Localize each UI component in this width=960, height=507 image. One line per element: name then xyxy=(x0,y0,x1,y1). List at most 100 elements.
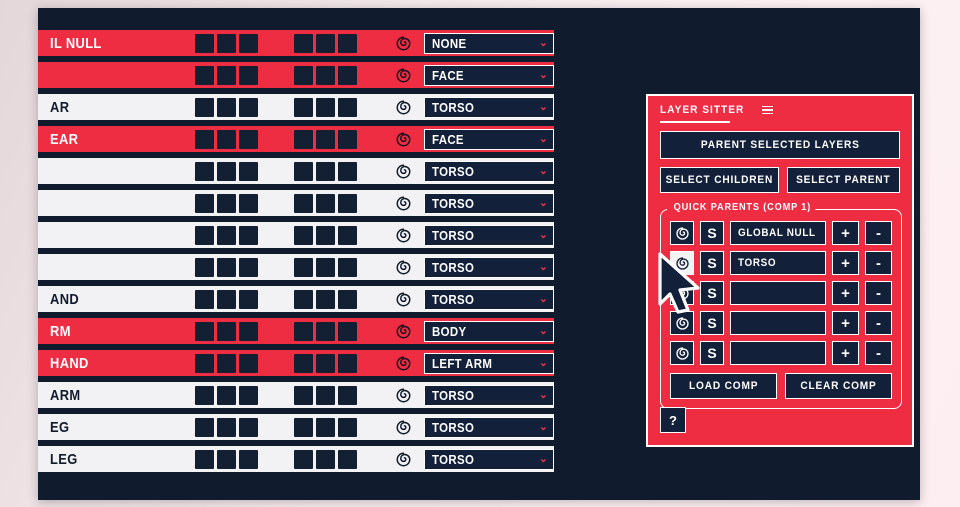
quick-parent-field[interactable] xyxy=(730,281,826,305)
layer-toggle-square[interactable] xyxy=(315,417,335,437)
quick-parent-remove-button[interactable]: - xyxy=(865,341,892,365)
layer-row[interactable]: EG TORSO ⌄ xyxy=(38,414,554,440)
layer-toggle-square[interactable] xyxy=(238,225,258,245)
quick-parent-pick-button[interactable] xyxy=(670,311,694,335)
quick-parent-snap-button[interactable]: S xyxy=(700,281,724,305)
parent-dropdown[interactable]: TORSO ⌄ xyxy=(423,256,554,278)
parent-dropdown[interactable]: TORSO ⌄ xyxy=(423,192,554,214)
parent-dropdown[interactable]: TORSO ⌄ xyxy=(423,448,554,470)
layer-row[interactable]: LEG TORSO ⌄ xyxy=(38,446,554,472)
quick-parent-snap-button[interactable]: S xyxy=(700,311,724,335)
layer-toggle-square[interactable] xyxy=(315,385,335,405)
layer-toggle-square[interactable] xyxy=(315,321,335,341)
layer-toggle-square[interactable] xyxy=(315,257,335,277)
layer-toggle-square[interactable] xyxy=(194,321,214,341)
layer-row[interactable]: FACE ⌄ xyxy=(38,62,554,88)
layer-toggle-square[interactable] xyxy=(216,449,236,469)
parent-dropdown[interactable]: TORSO ⌄ xyxy=(423,288,554,310)
parent-dropdown[interactable]: NONE ⌄ xyxy=(423,32,554,54)
quick-parent-field[interactable] xyxy=(730,341,826,365)
quick-parent-add-button[interactable]: + xyxy=(832,281,859,305)
layer-toggle-square[interactable] xyxy=(315,289,335,309)
layer-toggle-square[interactable] xyxy=(293,225,313,245)
layer-toggle-square[interactable] xyxy=(194,97,214,117)
parent-dropdown[interactable]: TORSO ⌄ xyxy=(423,224,554,246)
quick-parent-field[interactable]: GLOBAL NULL xyxy=(730,221,826,245)
layer-toggle-square[interactable] xyxy=(216,225,236,245)
layer-toggle-square[interactable] xyxy=(194,417,214,437)
quick-parent-add-button[interactable]: + xyxy=(832,251,859,275)
clear-comp-button[interactable]: CLEAR COMP xyxy=(785,373,892,399)
layer-toggle-square[interactable] xyxy=(194,449,214,469)
layer-toggle-square[interactable] xyxy=(293,193,313,213)
layer-toggle-square[interactable] xyxy=(337,33,357,53)
quick-parent-field[interactable] xyxy=(730,311,826,335)
quick-parent-remove-button[interactable]: - xyxy=(865,311,892,335)
layer-toggle-square[interactable] xyxy=(293,97,313,117)
layer-row[interactable]: RM BODY ⌄ xyxy=(38,318,554,344)
parent-dropdown[interactable]: FACE ⌄ xyxy=(423,64,554,86)
layer-toggle-square[interactable] xyxy=(216,161,236,181)
layer-toggle-square[interactable] xyxy=(194,65,214,85)
quick-parent-pick-button[interactable] xyxy=(670,251,694,275)
parent-dropdown[interactable]: LEFT ARM ⌄ xyxy=(423,352,554,374)
layer-toggle-square[interactable] xyxy=(238,417,258,437)
layer-toggle-square[interactable] xyxy=(238,385,258,405)
quick-parent-remove-button[interactable]: - xyxy=(865,281,892,305)
layer-toggle-square[interactable] xyxy=(216,257,236,277)
quick-parent-remove-button[interactable]: - xyxy=(865,221,892,245)
layer-toggle-square[interactable] xyxy=(194,33,214,53)
layer-toggle-square[interactable] xyxy=(216,193,236,213)
layer-toggle-square[interactable] xyxy=(238,97,258,117)
layer-toggle-square[interactable] xyxy=(216,65,236,85)
layer-toggle-square[interactable] xyxy=(194,129,214,149)
layer-toggle-square[interactable] xyxy=(238,65,258,85)
layer-link-icon[interactable] xyxy=(391,259,416,276)
quick-parent-add-button[interactable]: + xyxy=(832,341,859,365)
quick-parent-field[interactable]: TORSO xyxy=(730,251,826,275)
layer-toggle-square[interactable] xyxy=(216,289,236,309)
layer-toggle-square[interactable] xyxy=(315,129,335,149)
quick-parent-add-button[interactable]: + xyxy=(832,311,859,335)
layer-toggle-square[interactable] xyxy=(293,385,313,405)
layer-toggle-square[interactable] xyxy=(238,321,258,341)
quick-parent-snap-button[interactable]: S xyxy=(700,341,724,365)
quick-parent-add-button[interactable]: + xyxy=(832,221,859,245)
layer-link-icon[interactable] xyxy=(391,163,416,180)
layer-toggle-square[interactable] xyxy=(337,129,357,149)
layer-link-icon[interactable] xyxy=(391,291,416,308)
layer-link-icon[interactable] xyxy=(391,387,416,404)
layer-toggle-square[interactable] xyxy=(337,161,357,181)
layer-toggle-square[interactable] xyxy=(216,97,236,117)
layer-toggle-square[interactable] xyxy=(315,65,335,85)
parent-dropdown[interactable]: FACE ⌄ xyxy=(423,128,554,150)
layer-toggle-square[interactable] xyxy=(194,161,214,181)
layer-toggle-square[interactable] xyxy=(216,385,236,405)
layer-toggle-square[interactable] xyxy=(337,65,357,85)
layer-toggle-square[interactable] xyxy=(216,417,236,437)
layer-toggle-square[interactable] xyxy=(293,129,313,149)
load-comp-button[interactable]: LOAD COMP xyxy=(670,373,777,399)
layer-toggle-square[interactable] xyxy=(315,225,335,245)
select-parent-button[interactable]: SELECT PARENT xyxy=(786,167,900,193)
quick-parent-pick-button[interactable] xyxy=(670,221,694,245)
quick-parent-pick-button[interactable] xyxy=(670,341,694,365)
layer-toggle-square[interactable] xyxy=(337,193,357,213)
layer-toggle-square[interactable] xyxy=(315,33,335,53)
layer-toggle-square[interactable] xyxy=(238,193,258,213)
layer-row[interactable]: TORSO ⌄ xyxy=(38,254,554,280)
layer-toggle-square[interactable] xyxy=(238,161,258,181)
layer-row[interactable]: AR TORSO ⌄ xyxy=(38,94,554,120)
layer-toggle-square[interactable] xyxy=(216,33,236,53)
layer-toggle-square[interactable] xyxy=(315,353,335,373)
layer-toggle-square[interactable] xyxy=(293,257,313,277)
parent-dropdown[interactable]: BODY ⌄ xyxy=(423,320,554,342)
layer-toggle-square[interactable] xyxy=(216,353,236,373)
layer-toggle-square[interactable] xyxy=(194,257,214,277)
parent-dropdown[interactable]: TORSO ⌄ xyxy=(423,96,554,118)
quick-parent-snap-button[interactable]: S xyxy=(700,221,724,245)
layer-toggle-square[interactable] xyxy=(337,449,357,469)
layer-link-icon[interactable] xyxy=(391,451,416,468)
layer-toggle-square[interactable] xyxy=(293,33,313,53)
layer-row[interactable]: EAR FACE ⌄ xyxy=(38,126,554,152)
